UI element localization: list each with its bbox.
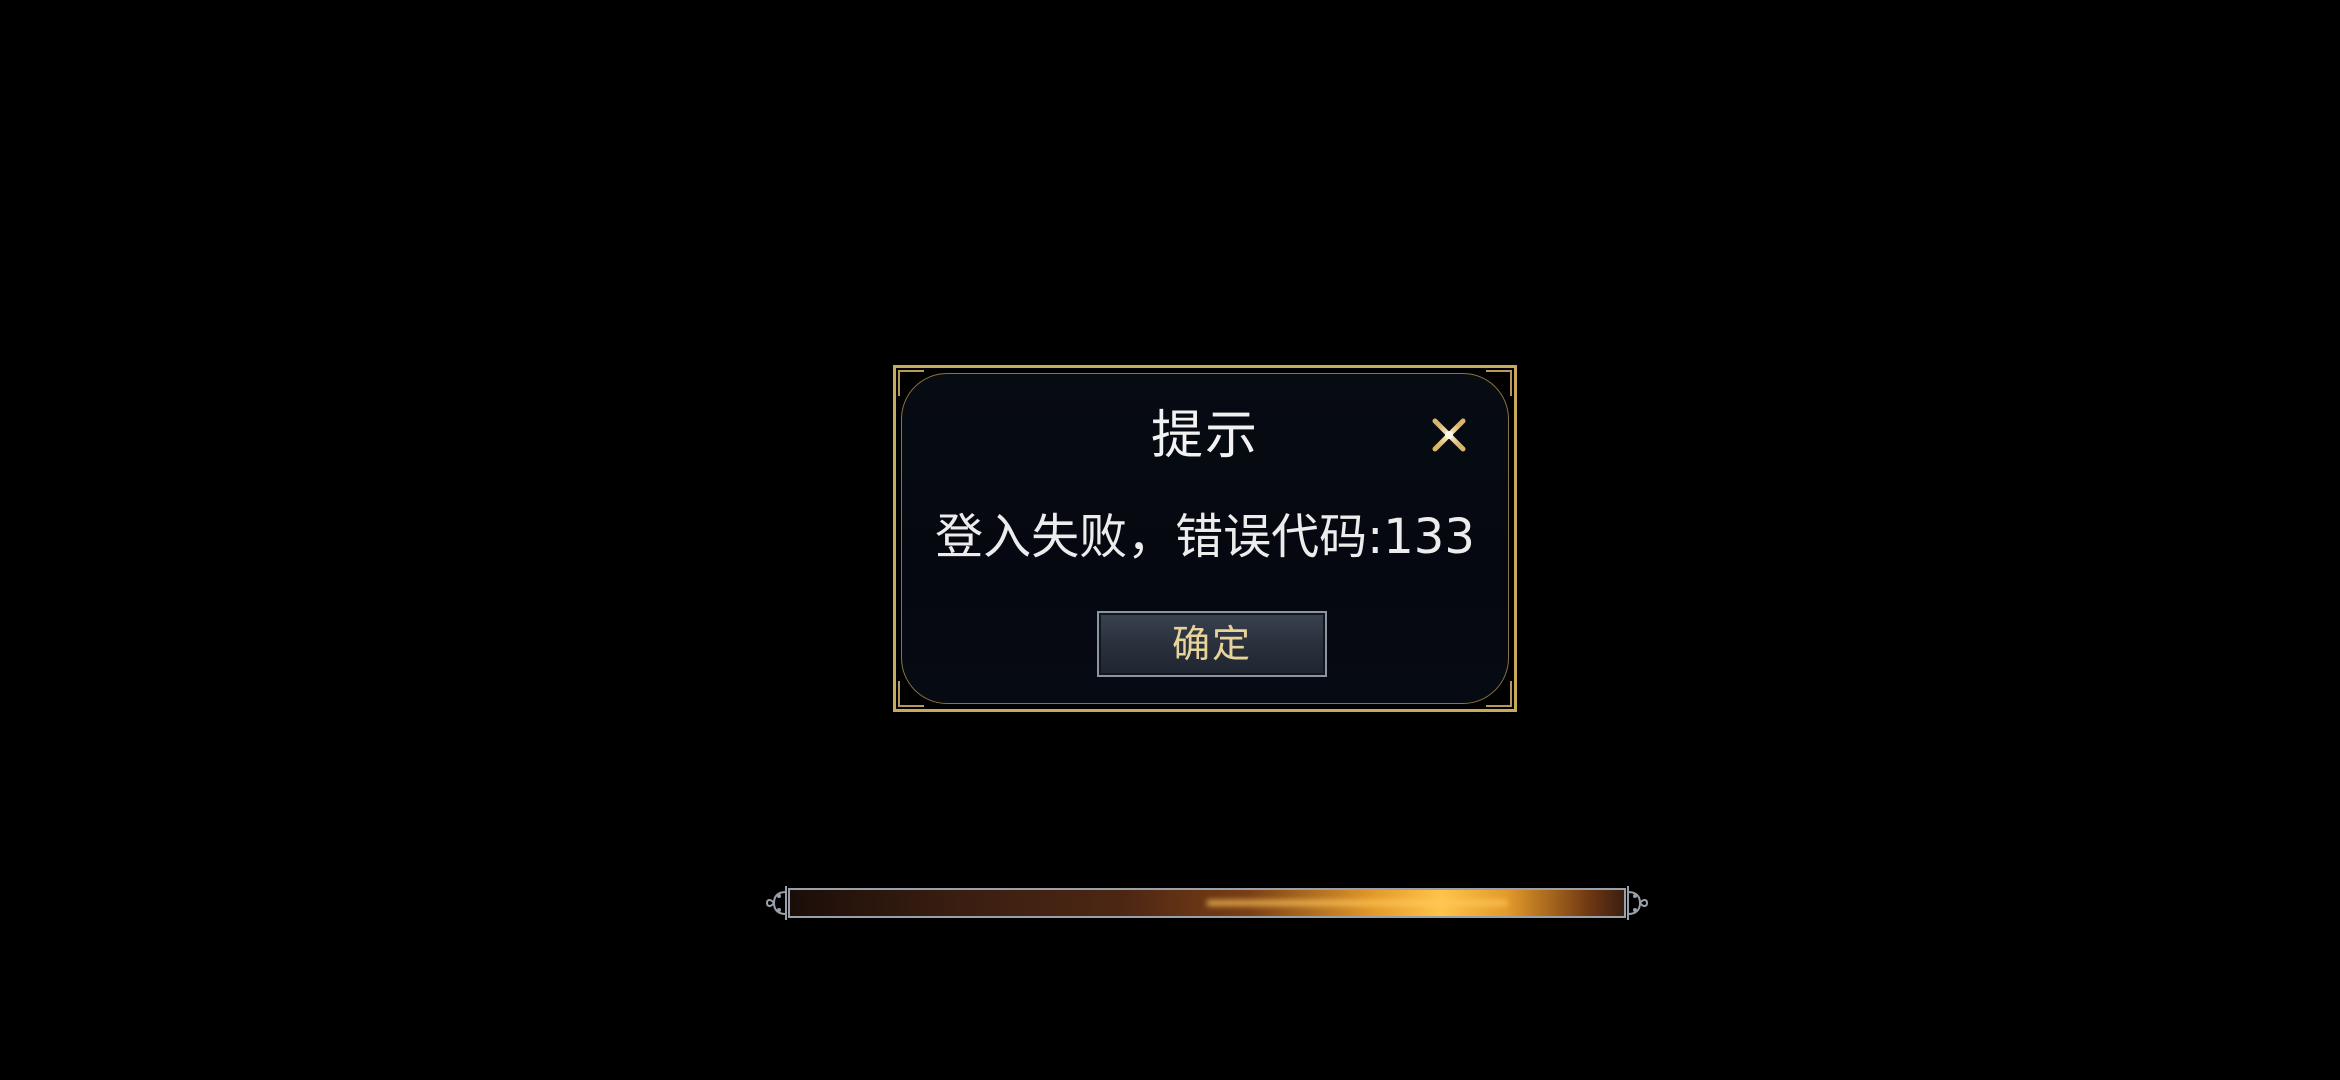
progress-track	[788, 888, 1626, 918]
progress-glow	[1207, 900, 1507, 906]
corner-ornament	[898, 681, 924, 707]
bar-left-cap-icon	[764, 884, 788, 922]
game-screen: 提示 登入失败，错误代码:133 确定	[0, 0, 2340, 1080]
error-message: 登入失败，错误代码:133	[935, 509, 1475, 565]
bar-right-cap-icon	[1626, 884, 1650, 922]
loading-progress-bar	[764, 884, 1650, 922]
close-button[interactable]	[1426, 412, 1472, 458]
dialog-title: 提示	[1150, 406, 1259, 466]
close-icon	[1426, 412, 1472, 458]
confirm-button[interactable]: 确定	[1097, 611, 1327, 677]
corner-ornament	[1486, 681, 1512, 707]
corner-ornament	[1486, 370, 1512, 396]
alert-dialog: 提示 登入失败，错误代码:133 确定	[893, 365, 1517, 712]
corner-ornament	[898, 370, 924, 396]
